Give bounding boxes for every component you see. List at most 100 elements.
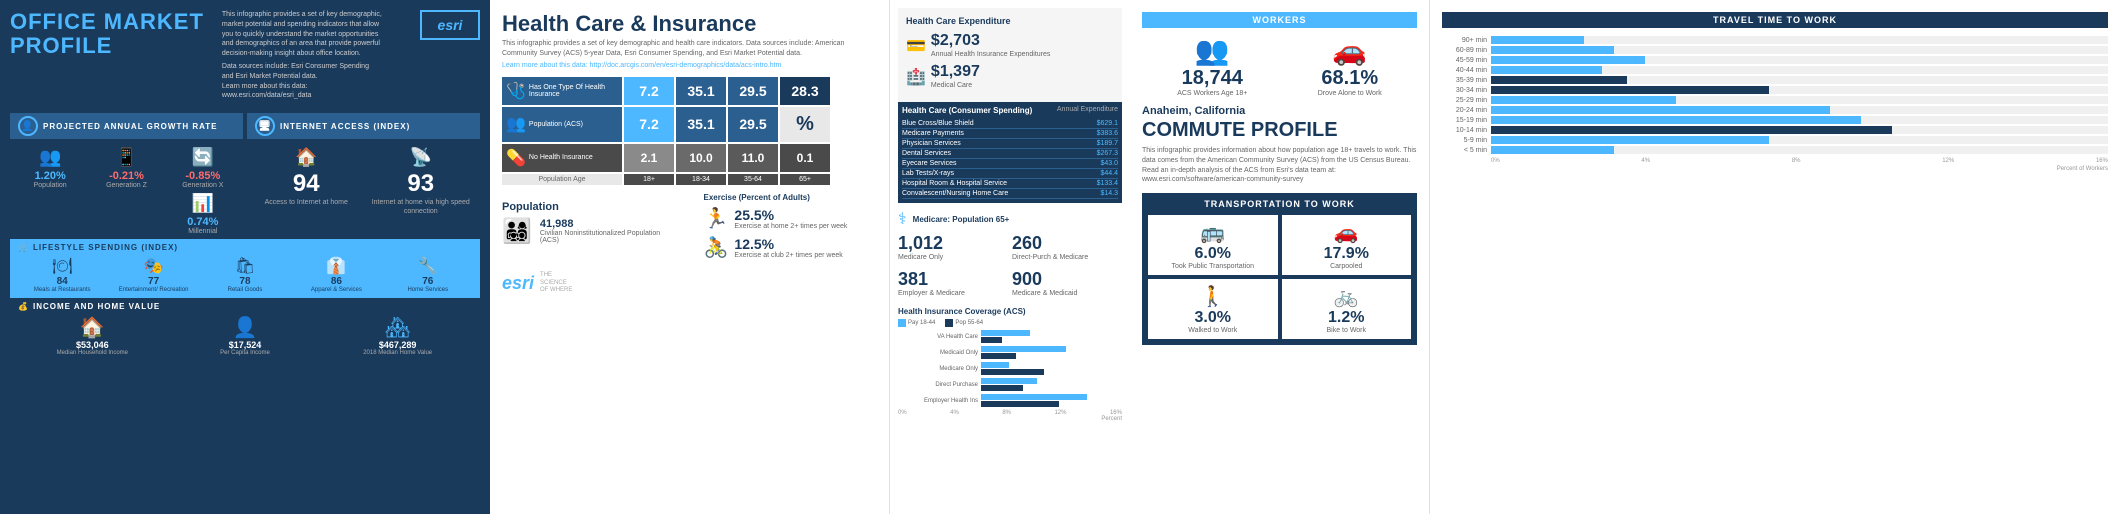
growth-icon: 👤 [18, 116, 38, 136]
travel-row-1: 60-89 min [1442, 46, 2108, 54]
consumer-row-7: Convalescent/Nursing Home Care $14.3 [902, 189, 1118, 199]
travel-row-10: 5-9 min [1442, 136, 2108, 144]
exercise-home-desc: Exercise at home 2+ times per week [734, 223, 847, 230]
people-icon: 👥 [506, 114, 526, 134]
insurance-dollar-icon: 💳 [906, 36, 926, 56]
hc-exp-item2: 🏥 $1,397 Medical Care [906, 63, 1114, 90]
noins-text: No Health Insurance [529, 154, 593, 161]
homeservices-value: 76 [384, 276, 472, 287]
population-header: Population [502, 201, 676, 213]
median-household-value: $53,046 [18, 340, 167, 350]
metric-genz: 📱 -0.21% Generation Z [90, 147, 162, 189]
lifestyle-grid: 🍽 84 Meals at Restaurants 🎭 77 Entertain… [18, 256, 472, 294]
workers-num-label: ACS Workers Age 18+ [1177, 90, 1247, 97]
medicare-num-3: 900 [1012, 269, 1077, 290]
panel2-link: Learn more about this data: http://doc.a… [502, 62, 877, 69]
workers-people-icon: 👥 [1177, 34, 1247, 67]
medicare-item-0: 1,012 Medicare Only [898, 233, 1008, 261]
medical-icon: 🏥 [906, 67, 926, 87]
panel2-right: Health Care Expenditure 💳 $2,703 Annual … [890, 0, 1130, 514]
workers-header: WORKERS [1142, 12, 1417, 28]
population-number: 41,988 [540, 218, 676, 230]
age-3564: 35-64 [728, 174, 778, 185]
consumer-row-5: Lab Tests/X-rays $44.4 [902, 169, 1118, 179]
travel-x-axis: 0% 4% 8% 12% 16% [1491, 158, 2108, 164]
exercise-club-pct: 12.5% [734, 236, 842, 252]
hc-expenditure-panel: Health Care Expenditure 💳 $2,703 Annual … [898, 8, 1122, 102]
consumer-spending-title: Health Care (Consumer Spending) [902, 106, 1032, 115]
transportation-section: TRANSPORTATION TO WORK 🚌 6.0% Took Publi… [1142, 193, 1417, 345]
transport-carpool: 🚗 17.9% Carpooled [1282, 215, 1412, 275]
travel-time-section: TRAVEL TIME TO WORK 90+ min 60-89 min 45… [1430, 0, 2120, 514]
panel3-commute: WORKERS 👥 18,744 ACS Workers Age 18+ 🚗 6… [1130, 0, 2120, 514]
travel-row-3: 40-44 min [1442, 66, 2108, 74]
travel-row-2: 45-59 min [1442, 56, 2108, 64]
hc-exp-amount1: $2,703 [931, 32, 1050, 50]
internet-hs-value: 93 [366, 170, 477, 198]
retail-value: 78 [201, 276, 289, 287]
popacs-val-3564: 29.5 [728, 107, 778, 142]
acs-chart: VA Health Care Medicaid Only Medicare On… [898, 330, 1122, 422]
panel2-left: Health Care & Insurance This infographic… [490, 0, 890, 514]
lifestyle-meals: 🍽 84 Meals at Restaurants [18, 256, 106, 294]
population-row: 👨‍👩‍👧‍👦 41,988 Civilian Noninstitutional… [502, 217, 676, 246]
travel-row-11: < 5 min [1442, 146, 2108, 154]
acs-legend: Pay 18-44 Pop 55-64 [898, 319, 1122, 327]
pop-age-label: Population Age [502, 174, 622, 185]
retail-icon: 🛍 [235, 258, 255, 275]
esri-tagline-line1: THESCIENCEOF WHERE [540, 272, 572, 295]
medicare-desc-1: Direct-Purch & Medicare [1012, 254, 1088, 261]
workers-grid: 👥 18,744 ACS Workers Age 18+ 🚗 68.1% Dro… [1142, 34, 1417, 97]
lifestyle-icon: 🛒 [18, 243, 29, 252]
commute-left: WORKERS 👥 18,744 ACS Workers Age 18+ 🚗 6… [1130, 0, 1430, 514]
panel1-learn-more: Learn more about this data: www.esri.com… [222, 82, 382, 102]
commute-description: This infographic provides information ab… [1142, 146, 1417, 185]
millennial-value: 0.74% [167, 216, 239, 228]
genz-icon: 📱 [90, 147, 162, 168]
income-header: 💰 INCOME AND HOME VALUE [18, 302, 472, 311]
insurance-row-noins: 💊 No Health Insurance 2.1 10.0 11.0 0.1 [502, 144, 877, 172]
age-18: 18+ [624, 174, 674, 185]
apparel-icon: 👔 [326, 258, 346, 275]
pop-exercise-row: Population 👨‍👩‍👧‍👦 41,988 Civilian Nonin… [502, 193, 877, 264]
lifestyle-section: 🛒 LIFESTYLE SPENDING (INDEX) 🍽 84 Meals … [10, 239, 480, 298]
income-per-capita: 👤 $17,524 Per Capita Income [171, 315, 320, 356]
acs-row-2: Medicare Only [898, 362, 1122, 376]
transport-carpool-label: Carpooled [1287, 263, 1407, 270]
transportation-grid: 🚌 6.0% Took Public Transportation 🚗 17.9… [1148, 215, 1411, 339]
consumer-row-3: Dental Services $267.3 [902, 149, 1118, 159]
travel-time-chart: 90+ min 60-89 min 45-59 min 40-44 min 35… [1442, 36, 2108, 172]
family-icon: 👨‍👩‍👧‍👦 [502, 217, 532, 246]
population-value: 1.20% [14, 170, 86, 182]
internet-label: INTERNET ACCESS (INDEX) [280, 122, 410, 131]
meals-value: 84 [18, 276, 106, 287]
noins-val-65: 0.1 [780, 144, 830, 172]
transport-bike-pct: 1.2% [1287, 309, 1407, 327]
travel-row-8: 15-19 min [1442, 116, 2108, 124]
hc-exp-title: Health Care Expenditure [906, 16, 1114, 26]
walk-icon: 🚶 [1153, 284, 1273, 309]
noins-val-3564: 11.0 [728, 144, 778, 172]
medicare-num-1: 260 [1012, 233, 1088, 254]
transport-walk: 🚶 3.0% Walked to Work [1148, 279, 1278, 339]
acs-coverage-section: Health Insurance Coverage (ACS) Pay 18-4… [898, 307, 1122, 422]
acs-row-0: VA Health Care [898, 330, 1122, 344]
exercise-club-desc: Exercise at club 2+ times per week [734, 252, 842, 259]
commute-subtitle: Anaheim, California [1142, 105, 1417, 117]
medicare-header: Medicare: Population 65+ [913, 215, 1010, 224]
medicare-item-1: 260 Direct-Purch & Medicare [1012, 233, 1122, 261]
medicare-desc-0: Medicare Only [898, 254, 943, 261]
travel-row-5: 30-34 min [1442, 86, 2108, 94]
bike-icon: 🚲 [1287, 284, 1407, 309]
growth-rate-label: PROJECTED ANNUAL GROWTH RATE [43, 122, 218, 131]
genz-value: -0.21% [90, 170, 162, 182]
metric-millennial: 📊 0.74% Millennial [167, 193, 239, 235]
acs-row-3: Direct Purchase [898, 378, 1122, 392]
exercise-club-icon: 🚴 [704, 235, 729, 260]
carpool-icon: 🚗 [1287, 220, 1407, 245]
age-1834: 18-34 [676, 174, 726, 185]
popacs-text: Population (ACS) [529, 121, 583, 128]
panel1-title-line2: PROFILE [10, 33, 112, 58]
acs-row-4: Employer Health Ins [898, 394, 1122, 408]
travel-row-9: 10-14 min [1442, 126, 2108, 134]
